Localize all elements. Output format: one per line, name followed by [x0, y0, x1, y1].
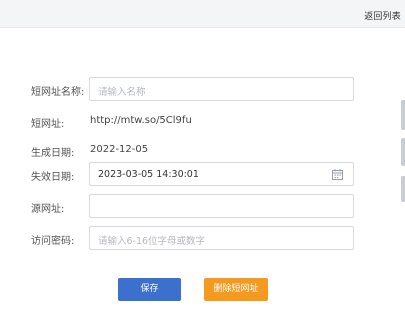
- password-label: 访问密码:: [31, 236, 75, 247]
- name-label: 短网址名称:: [31, 87, 85, 98]
- source-url-input[interactable]: [89, 194, 354, 218]
- expires-label: 失效日期:: [31, 172, 75, 183]
- short-url-value: http://mtw.so/5Cl9fu: [90, 115, 192, 126]
- created-label: 生成日期:: [31, 148, 75, 159]
- calendar-icon[interactable]: [332, 169, 343, 180]
- password-input[interactable]: 请输入6-16位字母或数字: [89, 226, 354, 250]
- short-url-row: 短网址: http://mtw.so/5Cl9fu: [0, 109, 380, 133]
- source-url-label: 源网址:: [31, 204, 65, 215]
- side-scroll-marker: [401, 176, 405, 202]
- password-row: 访问密码: 请输入6-16位字母或数字: [0, 226, 380, 250]
- source-url-row: 源网址:: [0, 194, 380, 218]
- name-row: 短网址名称: 请输入名称: [0, 77, 380, 101]
- created-row: 生成日期: 2022-12-05: [0, 138, 380, 162]
- name-input[interactable]: 请输入名称: [89, 77, 354, 101]
- created-value: 2022-12-05: [90, 144, 149, 155]
- name-placeholder: 请输入名称: [98, 87, 146, 98]
- top-bar: 返回列表: [0, 0, 405, 28]
- expires-date-input[interactable]: 2023-03-05 14:30:01: [89, 162, 354, 186]
- save-button[interactable]: 保存: [118, 278, 181, 301]
- side-scroll-marker: [401, 100, 405, 130]
- expires-row: 失效日期: 2023-03-05 14:30:01: [0, 162, 380, 186]
- password-placeholder: 请输入6-16位字母或数字: [98, 236, 206, 247]
- back-to-list-link[interactable]: 返回列表: [364, 9, 401, 22]
- expires-value: 2023-03-05 14:30:01: [98, 169, 199, 180]
- side-scroll-marker: [401, 138, 405, 166]
- delete-short-url-button[interactable]: 删除短网址: [204, 278, 268, 301]
- short-url-label: 短网址:: [31, 119, 65, 130]
